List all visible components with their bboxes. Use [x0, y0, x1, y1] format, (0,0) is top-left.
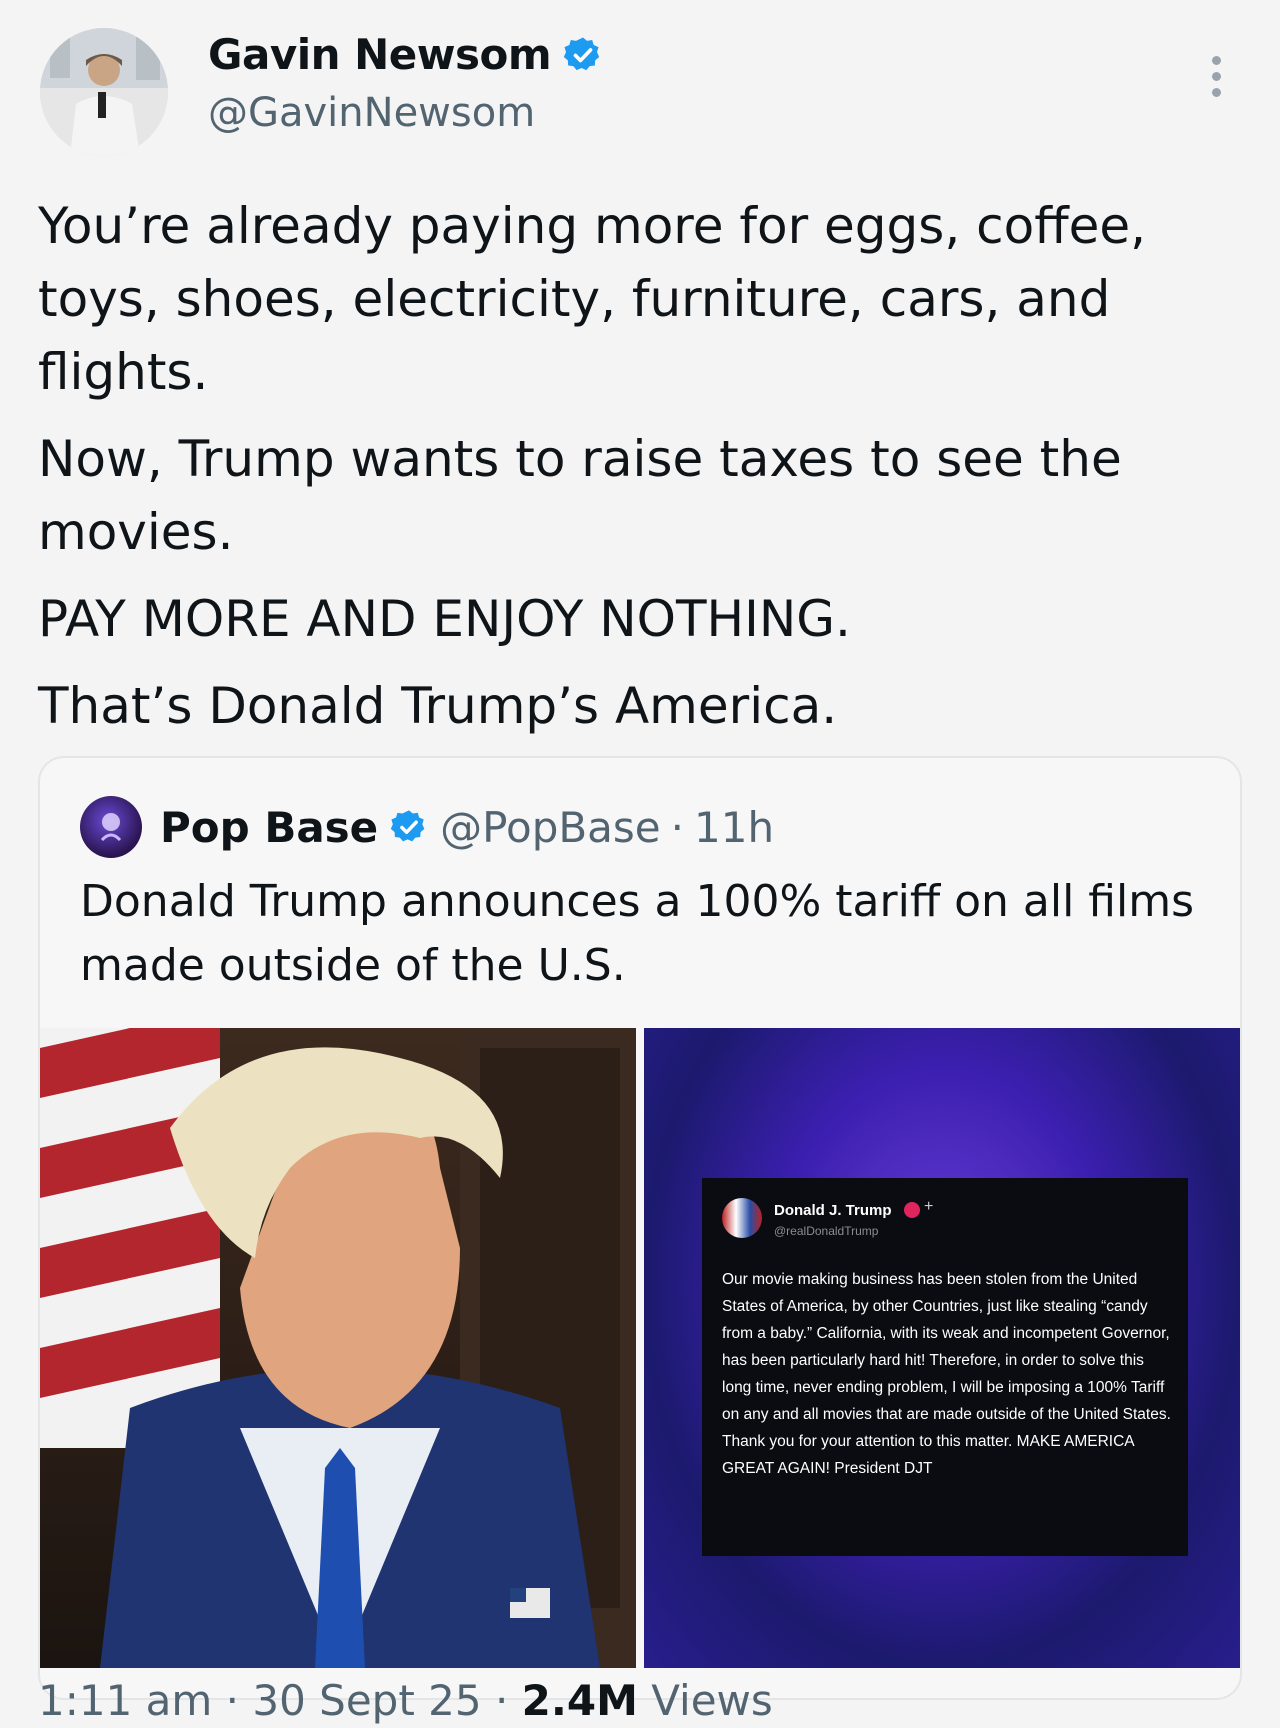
embedded-post-card: Donald J. Trump + @realDonaldTrump Our m…	[702, 1178, 1188, 1556]
media-screenshot-post[interactable]: Donald J. Trump + @realDonaldTrump Our m…	[644, 1028, 1240, 1668]
quoted-text: Donald Trump announces a 100% tariff on …	[80, 876, 1195, 991]
author-handle[interactable]: @GavinNewsom	[208, 90, 535, 136]
more-options-icon[interactable]	[1196, 56, 1236, 106]
verified-badge-icon	[564, 37, 600, 70]
embedded-post-name: Donald J. Trump	[774, 1202, 892, 1219]
quoted-timestamp[interactable]: 11h	[694, 803, 774, 852]
views-label: Views	[637, 1676, 773, 1725]
tweet-paragraph: You’re already paying more for eggs, cof…	[38, 197, 1147, 401]
meta-separator: ·	[670, 802, 684, 852]
plus-icon: +	[924, 1198, 934, 1215]
verified-badge-icon	[390, 810, 425, 842]
tweet-date[interactable]: 30 Sept 25	[252, 1676, 481, 1725]
quoted-display-name[interactable]: Pop Base	[160, 803, 378, 852]
author-avatar[interactable]	[40, 28, 168, 156]
meta-separator: ·	[481, 1676, 522, 1725]
verified-badge-icon	[904, 1202, 920, 1218]
embedded-post-avatar	[722, 1198, 762, 1238]
author-display-name[interactable]: Gavin Newsom	[208, 30, 552, 79]
quoted-tweet[interactable]: Pop Base @PopBase · 11h Donald Trump ann…	[38, 756, 1242, 1700]
tweet-time[interactable]: 1:11 am	[38, 1676, 212, 1725]
embedded-post-handle: @realDonaldTrump	[774, 1224, 879, 1238]
media-photo-portrait[interactable]	[40, 1028, 636, 1668]
quoted-handle[interactable]: @PopBase	[440, 803, 660, 852]
tweet-body: You’re already paying more for eggs, cof…	[38, 190, 1238, 757]
tweet-metadata: 1:11 am · 30 Sept 25 · 2.4M Views	[38, 1676, 773, 1725]
embedded-post-body: Our movie making business has been stole…	[722, 1271, 1171, 1477]
meta-separator: ·	[212, 1676, 253, 1725]
tweet-paragraph: That’s Donald Trump’s America.	[38, 677, 838, 735]
views-count[interactable]: 2.4M	[522, 1676, 638, 1725]
tweet-paragraph: PAY MORE AND ENJOY NOTHING.	[38, 590, 851, 648]
tweet-paragraph: Now, Trump wants to raise taxes to see t…	[38, 430, 1122, 561]
quoted-author-avatar[interactable]	[80, 796, 142, 858]
